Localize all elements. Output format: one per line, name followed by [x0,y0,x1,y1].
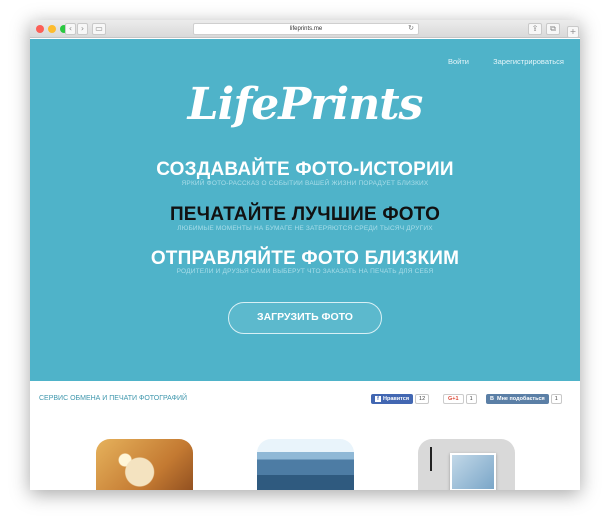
vk-icon: B [490,396,494,402]
thumb-print-image[interactable] [257,439,354,490]
vk-like-count: 1 [550,394,562,404]
tabs-button[interactable]: ⧉ [546,23,560,35]
site-logo[interactable]: LifePrints [30,79,580,130]
thumb-story-image[interactable] [96,439,193,490]
address-bar[interactable]: lifeprints.me ↻ [193,23,419,35]
photo-frame [450,453,496,490]
sidebar-toggle-button[interactable]: ▭ [92,23,106,35]
feature-subtitle-send: РОДИТЕЛИ И ДРУЗЬЯ САМИ ВЫБЕРУТ ЧТО ЗАКАЗ… [176,268,434,275]
info-strip: СЕРВИС ОБМЕНА И ПЕЧАТИ ФОТОГРАФИЙ f Нрави… [30,381,580,421]
browser-toolbar: ‹ › ▭ lifeprints.me ↻ ⇪ ⧉ + [30,20,580,38]
url-text: lifeprints.me [289,26,323,32]
hero-section: Войти Зарегистрироваться LifePrints СОЗД… [30,39,580,381]
reload-icon[interactable]: ↻ [408,24,414,34]
vk-like-label: Мне подобається [496,396,545,402]
gplus-count: 1 [465,394,477,404]
facebook-like[interactable]: f Нравится 12 [371,394,430,404]
top-nav: Войти Зарегистрироваться [426,57,564,66]
minimize-window-button[interactable] [48,25,56,33]
gplus-label: G+1 [448,396,459,402]
upload-photo-button[interactable]: ЗАГРУЗИТЬ ФОТО [228,302,382,334]
thumb-send-image[interactable] [418,439,515,490]
new-tab-button[interactable]: + [567,26,579,38]
register-link[interactable]: Зарегистрироваться [493,57,564,66]
feature-subtitle-create: ЯРКИЙ ФОТО-РАССКАЗ О СОБЫТИИ ВАШЕЙ ЖИЗНИ… [181,180,429,187]
feature-title-send: ОТПРАВЛЯЙТЕ ФОТО БЛИЗКИМ [150,248,460,269]
window-controls [36,25,68,33]
feature-title-create: СОЗДАВАЙТЕ ФОТО-ИСТОРИИ [156,159,454,180]
browser-window: ‹ › ▭ lifeprints.me ↻ ⇪ ⧉ + Войти Зареги… [30,20,580,490]
vk-like-button[interactable]: B Мне подобається [486,394,549,404]
forward-button[interactable]: › [77,23,88,35]
gplus-widget[interactable]: G+1 1 [443,394,477,404]
feature-subtitle-print: ЛЮБИМЫЕ МОМЕНТЫ НА БУМАГЕ НЕ ЗАТЕРЯЮТСЯ … [177,225,433,232]
facebook-like-count: 12 [415,394,430,404]
service-tagline: СЕРВИС ОБМЕНА И ПЕЧАТИ ФОТОГРАФИЙ [39,395,188,402]
back-button[interactable]: ‹ [65,23,76,35]
share-button[interactable]: ⇪ [528,23,542,35]
facebook-like-button[interactable]: f Нравится [371,394,414,404]
login-link[interactable]: Войти [448,57,469,66]
wall-lamp [430,447,432,471]
example-thumbnails [30,421,580,490]
close-window-button[interactable] [36,25,44,33]
facebook-icon: f [375,395,381,402]
feature-title-print: ПЕЧАТАЙТЕ ЛУЧШИЕ ФОТО [169,204,441,225]
vk-like[interactable]: B Мне подобається 1 [486,394,562,404]
facebook-like-label: Нравится [383,396,410,402]
gplus-button[interactable]: G+1 [443,394,464,404]
